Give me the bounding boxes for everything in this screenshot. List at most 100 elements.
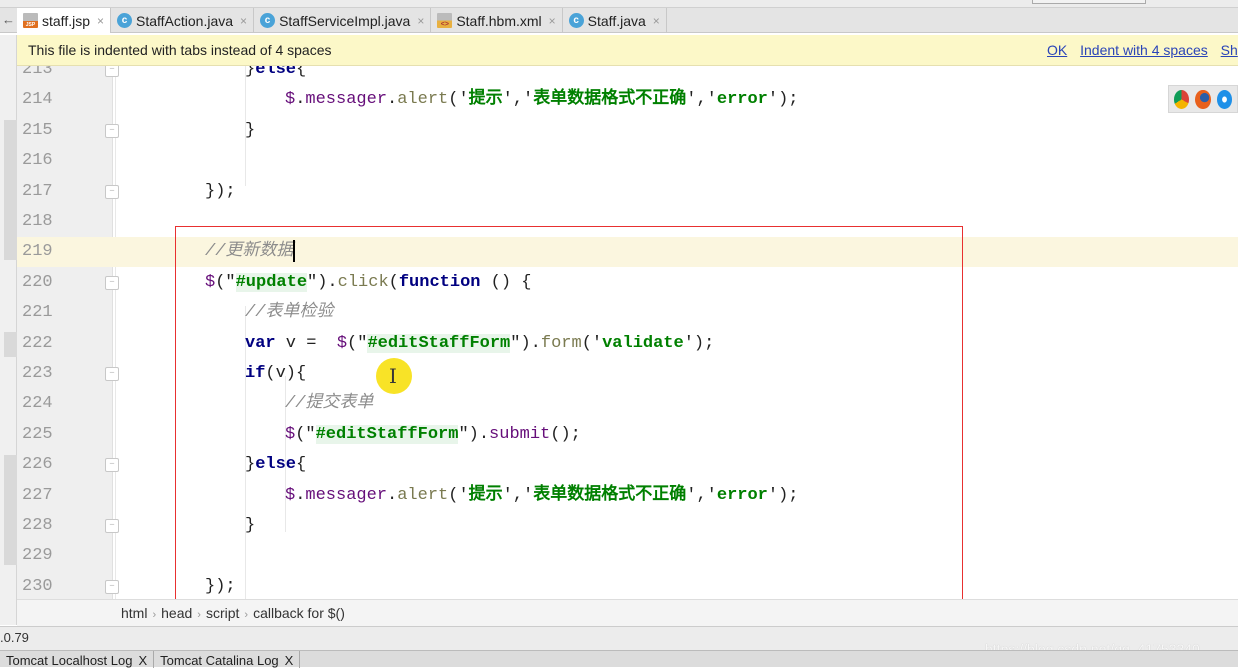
fold-marker-icon[interactable]: – bbox=[105, 66, 119, 77]
tab-staff-hbm-xml[interactable]: <> Staff.hbm.xml × bbox=[431, 8, 563, 33]
tool-window-button[interactable] bbox=[4, 120, 17, 260]
code-token: "). bbox=[458, 424, 490, 444]
firefox-icon[interactable] bbox=[1195, 90, 1211, 109]
code-text: $("#update").click(function () { bbox=[205, 268, 532, 298]
fold-marker-icon[interactable]: – bbox=[105, 519, 119, 533]
indent-with-4-spaces-link[interactable]: Indent with 4 spaces bbox=[1080, 42, 1208, 58]
code-line[interactable]: 221 //表单检验 bbox=[17, 298, 1238, 328]
tool-window-button[interactable] bbox=[4, 332, 17, 357]
bottom-tool-tabs: Tomcat Localhost Log X Tomcat Catalina Log… bbox=[0, 650, 1238, 668]
ok-link[interactable]: OK bbox=[1047, 42, 1067, 58]
breadcrumb-item[interactable]: script bbox=[206, 605, 239, 621]
line-number: 224 bbox=[22, 394, 53, 414]
line-number: 227 bbox=[22, 485, 53, 505]
show-link[interactable]: Sh bbox=[1221, 42, 1238, 58]
tab-staff-java[interactable]: c Staff.java × bbox=[563, 8, 667, 33]
code-text: }); bbox=[205, 572, 236, 599]
code-line[interactable]: 214 $.messager.alert('提示','表单数据格式不正确','er… bbox=[17, 85, 1238, 115]
code-text: //提交表单 bbox=[285, 389, 373, 419]
java-class-icon: c bbox=[117, 13, 133, 28]
code-token: '); bbox=[767, 90, 799, 110]
code-line[interactable]: 228 –} bbox=[17, 511, 1238, 541]
breadcrumb-item[interactable]: head bbox=[161, 605, 192, 621]
notice-text: This file is indented with tabs instead … bbox=[28, 42, 332, 58]
close-icon[interactable]: × bbox=[653, 14, 660, 28]
code-token: . bbox=[295, 485, 306, 505]
tab-staffserviceimpl-java[interactable]: c StaffServiceImpl.java × bbox=[254, 8, 432, 33]
code-token: ',' bbox=[502, 90, 534, 110]
code-token: "). bbox=[510, 333, 541, 353]
code-token: } bbox=[245, 455, 256, 475]
close-icon[interactable]: X bbox=[285, 653, 294, 668]
tab-label: Staff.hbm.xml bbox=[456, 12, 542, 29]
status-text: .0.79 bbox=[0, 630, 29, 645]
line-number: 220 bbox=[22, 272, 53, 292]
code-line[interactable]: 227 $.messager.alert('提示','表单数据格式不正确','er… bbox=[17, 481, 1238, 511]
code-token: ( bbox=[388, 272, 399, 292]
close-icon[interactable]: × bbox=[240, 14, 247, 28]
tab-staff-jsp[interactable]: JSP staff.jsp × bbox=[17, 8, 112, 33]
code-token: $ bbox=[285, 424, 296, 444]
code-token: #editStaffForm bbox=[315, 424, 459, 444]
code-line[interactable]: 219 //更新数据 bbox=[17, 237, 1238, 268]
code-line[interactable]: 216 bbox=[17, 146, 1238, 176]
breadcrumb-item[interactable]: html bbox=[121, 605, 147, 621]
code-text: //表单检验 bbox=[245, 298, 333, 328]
fold-marker-icon[interactable]: – bbox=[105, 367, 119, 381]
fold-marker-icon[interactable]: – bbox=[105, 184, 119, 199]
safari-icon[interactable] bbox=[1216, 90, 1232, 109]
fold-marker-icon[interactable]: – bbox=[105, 123, 119, 138]
code-line[interactable]: 230 –}); bbox=[17, 572, 1238, 599]
back-arrow-icon[interactable]: ← bbox=[0, 8, 17, 32]
code-text: $.messager.alert('提示','表单数据格式不正确','error… bbox=[285, 481, 799, 511]
code-line[interactable]: 213–}else{ bbox=[17, 66, 1238, 85]
code-line[interactable]: 220 – $("#update").click(function () { bbox=[17, 268, 1238, 298]
code-token: messager bbox=[305, 485, 388, 505]
code-line[interactable]: 224 //提交表单 bbox=[17, 389, 1238, 419]
xml-file-icon: <> bbox=[437, 13, 453, 28]
close-icon[interactable]: × bbox=[417, 14, 424, 28]
fold-marker-icon[interactable]: – bbox=[105, 458, 119, 473]
tool-window-button[interactable] bbox=[4, 455, 17, 565]
browser-preview-icons bbox=[1168, 85, 1238, 113]
line-number: 218 bbox=[22, 212, 53, 231]
code-line[interactable]: 225 $("#editStaffForm").submit(); bbox=[17, 420, 1238, 450]
code-token: ',' bbox=[502, 485, 534, 505]
breadcrumb-item[interactable]: callback for $() bbox=[253, 605, 345, 621]
bottom-tab[interactable]: Tomcat Localhost Log X bbox=[0, 651, 155, 668]
code-line[interactable]: 215 –} bbox=[17, 116, 1238, 146]
code-token: error bbox=[716, 485, 768, 505]
code-token: }); bbox=[205, 576, 236, 596]
close-icon[interactable]: × bbox=[549, 14, 556, 28]
code-text: } bbox=[245, 511, 255, 541]
line-number: 228 bbox=[22, 516, 53, 535]
code-line[interactable]: 217 –}); bbox=[17, 177, 1238, 207]
bottom-tab[interactable]: Tomcat Catalina Log X bbox=[154, 651, 301, 668]
line-number: 214 bbox=[22, 90, 53, 110]
code-editor[interactable]: 213–}else{214 $.messager.alert('提示','表单数据… bbox=[17, 66, 1238, 599]
code-token: . bbox=[295, 90, 306, 110]
code-text: if(v){ bbox=[245, 359, 306, 389]
close-icon[interactable]: × bbox=[97, 14, 104, 28]
code-token: var bbox=[245, 333, 276, 353]
breadcrumb-separator: › bbox=[197, 609, 201, 621]
code-token: } bbox=[245, 120, 256, 140]
code-line[interactable]: 222 var v = $("#editStaffForm").form('val… bbox=[17, 329, 1238, 359]
mouse-cursor-highlight: I bbox=[376, 358, 412, 394]
code-token: . bbox=[387, 90, 398, 110]
code-token: } bbox=[245, 66, 256, 79]
code-token: 表单数据格式不正确 bbox=[533, 90, 687, 110]
close-icon[interactable]: X bbox=[138, 653, 147, 668]
code-line[interactable]: 223 – if(v){ bbox=[17, 359, 1238, 389]
toolbar-box bbox=[1032, 0, 1146, 4]
code-line[interactable]: 229 bbox=[17, 541, 1238, 571]
code-token: 表单数据格式不正确 bbox=[533, 485, 687, 505]
fold-marker-icon[interactable]: – bbox=[105, 275, 119, 290]
code-line[interactable]: 226–}else{ bbox=[17, 450, 1238, 480]
fold-marker-icon[interactable]: – bbox=[105, 579, 119, 594]
code-token: //表单检验 bbox=[245, 303, 334, 323]
code-token: //提交表单 bbox=[285, 394, 374, 414]
code-line[interactable]: 218 bbox=[17, 207, 1238, 237]
chrome-icon[interactable] bbox=[1174, 90, 1190, 109]
tab-staffaction-java[interactable]: c StaffAction.java × bbox=[111, 8, 255, 33]
